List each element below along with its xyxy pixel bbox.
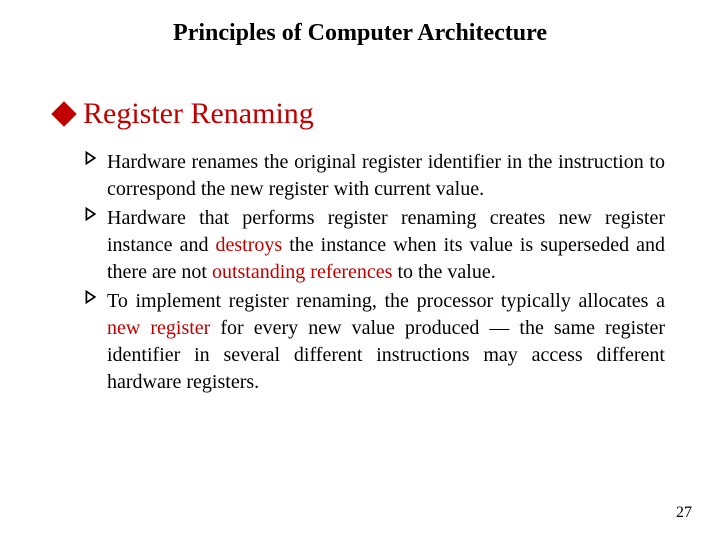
highlight-text: new register [107, 317, 210, 339]
list-item: Hardware that performs register renaming… [85, 205, 665, 286]
page-title: Principles of Computer Architecture [55, 20, 665, 47]
list-item: Hardware renames the original register i… [85, 149, 665, 203]
highlight-text: destroys [215, 234, 282, 256]
arrow-right-icon [85, 290, 103, 304]
text-fragment: to the value. [392, 261, 495, 283]
list-item-text: Hardware that performs register renaming… [107, 205, 665, 286]
slide: Principles of Computer Architecture Regi… [0, 0, 720, 540]
arrow-right-icon [85, 207, 103, 221]
list-item-text: To implement register renaming, the proc… [107, 288, 665, 396]
list-item-text: Hardware renames the original register i… [107, 149, 665, 203]
text-fragment: To implement register renaming, the proc… [107, 290, 665, 312]
section-heading-text: Register Renaming [83, 97, 314, 131]
list-item: To implement register renaming, the proc… [85, 288, 665, 396]
arrow-right-icon [85, 151, 103, 165]
page-number: 27 [676, 504, 692, 522]
highlight-text: outstanding references [212, 261, 392, 283]
bullet-list: Hardware renames the original register i… [55, 149, 665, 396]
section-heading: Register Renaming [55, 97, 665, 131]
diamond-bullet-icon [51, 101, 76, 126]
